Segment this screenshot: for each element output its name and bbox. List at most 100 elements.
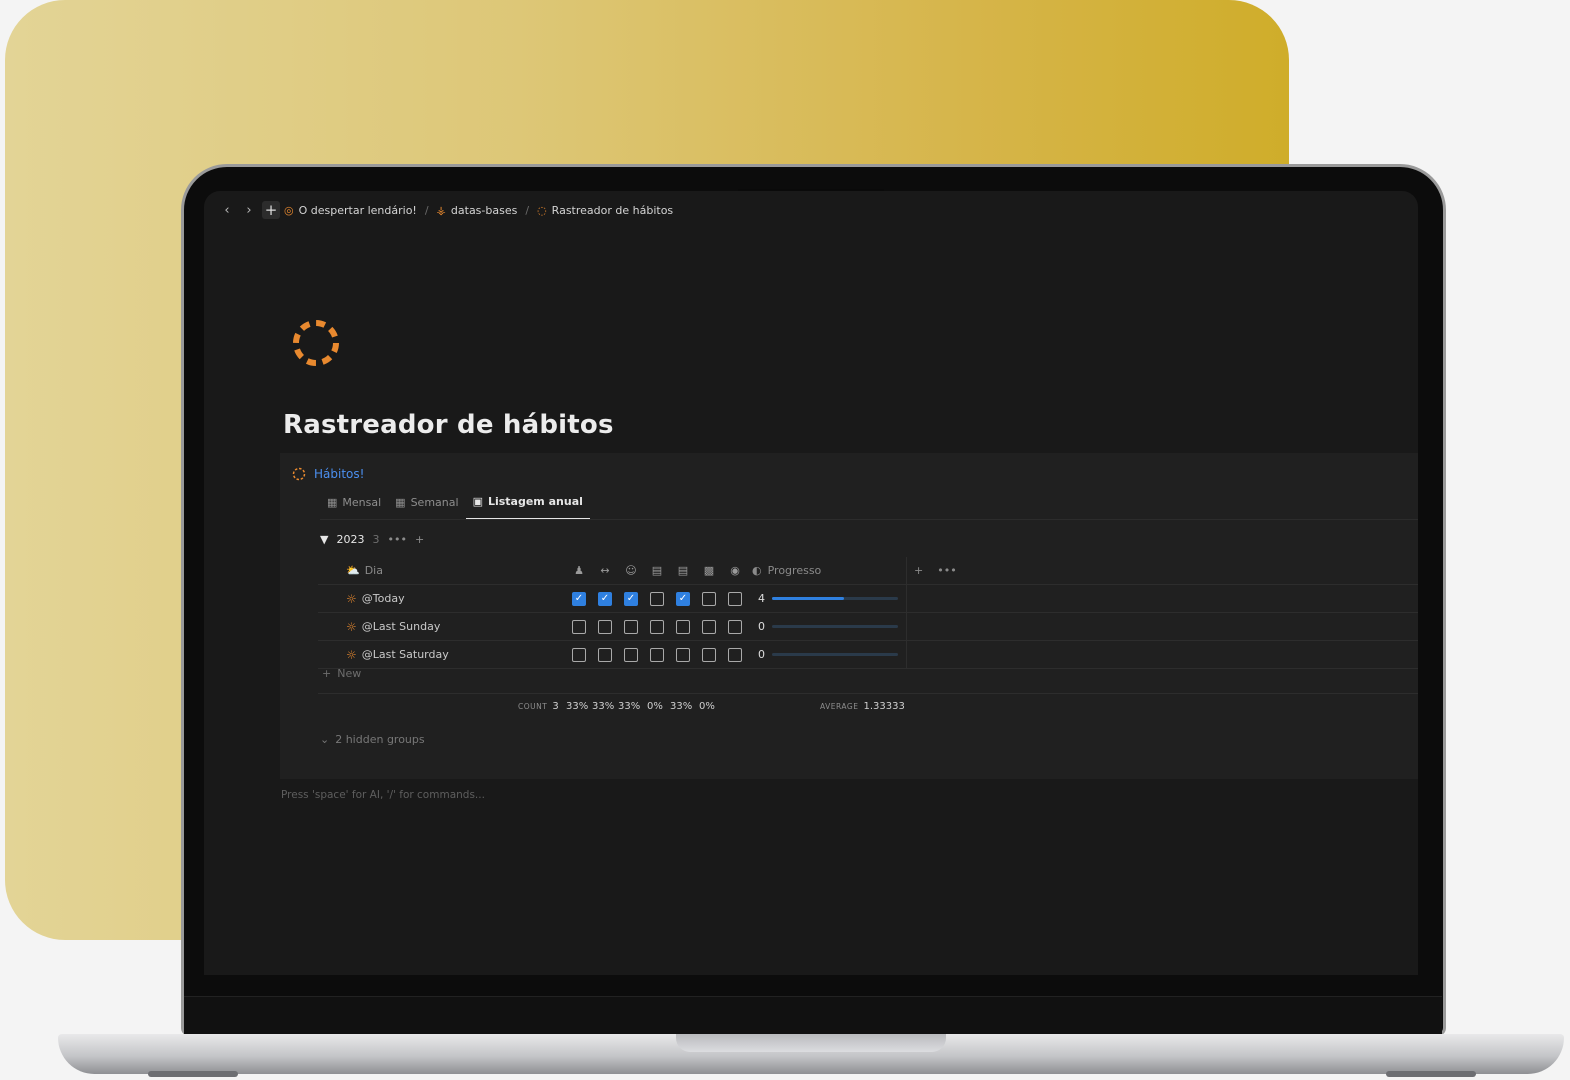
column-divider (906, 557, 907, 585)
day-cell[interactable]: ☼ @Last Sunday (346, 620, 440, 634)
tab-semanal[interactable]: ▦ Semanal (388, 491, 465, 520)
calculation-percent[interactable]: 33% (592, 701, 614, 712)
group-count: 3 (372, 533, 380, 546)
tab-mensal[interactable]: ▦ Mensal (320, 491, 388, 520)
new-row-button[interactable]: + New (322, 667, 361, 680)
habit-checkbox[interactable] (702, 591, 716, 606)
chevron-right-icon[interactable]: › (240, 201, 258, 219)
tab-listagem-anual[interactable]: ▣ Listagem anual (465, 491, 590, 520)
day-cell[interactable]: ☼ @Today (346, 592, 405, 606)
pages-icon[interactable]: ▩ (702, 564, 716, 577)
column-divider (906, 641, 907, 669)
tabs-divider (320, 519, 1418, 520)
breadcrumb-separator: / (424, 203, 429, 217)
calculation-percent[interactable]: 33% (618, 701, 640, 712)
habit-checkbox[interactable] (572, 647, 586, 662)
dashed-circle-icon[interactable] (290, 317, 342, 369)
dashed-circle-icon: ◌ (537, 203, 547, 217)
fire-icon[interactable]: ◉ (728, 564, 742, 577)
laptop-opening-notch (676, 1034, 946, 1052)
laptop-chin (184, 996, 1442, 1034)
habit-checkbox[interactable] (728, 591, 742, 606)
calculation-count[interactable]: COUNT 3 (518, 701, 559, 712)
table-row[interactable]: ☼ @Last Saturday 0 (318, 641, 1418, 669)
habit-checkbox[interactable] (728, 619, 742, 634)
sun-icon: ☼ (346, 647, 357, 662)
hidden-groups-toggle[interactable]: ⌄ 2 hidden groups (320, 733, 425, 746)
dashed-circle-icon (292, 467, 306, 481)
habit-checkbox[interactable]: ✓ (624, 591, 638, 606)
habit-checkbox[interactable]: ✓ (598, 591, 612, 606)
habit-checkbox[interactable] (650, 619, 664, 634)
habit-checkbox[interactable]: ✓ (676, 591, 690, 606)
progress-cell: 4 (758, 592, 898, 605)
meditation-icon[interactable]: ☺ (624, 564, 638, 577)
habit-checkbox[interactable] (650, 647, 664, 662)
habit-checkbox[interactable] (676, 619, 690, 634)
calculation-percent[interactable]: 0% (699, 701, 715, 712)
calendar-grid-icon: ▦ (327, 496, 338, 509)
habit-checkbox[interactable] (728, 647, 742, 662)
calculation-average[interactable]: AVERAGE 1.33333 (820, 701, 905, 712)
page-title[interactable]: Rastreador de hábitos (283, 410, 614, 440)
progress-bar (772, 597, 898, 600)
more-icon[interactable]: ••• (937, 564, 956, 577)
more-icon[interactable]: ••• (387, 533, 406, 546)
habit-checkbox[interactable] (702, 647, 716, 662)
target-icon: ◎ (284, 203, 294, 217)
day-cell[interactable]: ☼ @Last Saturday (346, 648, 449, 662)
progress-bar-fill (772, 597, 844, 600)
view-tabs: ▦ Mensal ▦ Semanal ▣ Listagem anual (320, 491, 590, 520)
plus-icon[interactable]: + (415, 533, 424, 546)
habit-checkboxes: ✓ ✓ ✓ ✓ (572, 591, 742, 606)
habit-checkbox[interactable] (598, 619, 612, 634)
person-icon[interactable]: ♟ (572, 564, 586, 577)
calculation-percent[interactable]: 33% (566, 701, 588, 712)
calendar-icon: ▣ (472, 495, 483, 508)
database-title[interactable]: Hábitos! (292, 467, 364, 481)
progress-ring-icon: ◐ (752, 564, 762, 577)
progress-cell: 0 (758, 648, 898, 661)
habit-checkbox[interactable] (650, 591, 664, 606)
calculation-percent[interactable]: 33% (670, 701, 692, 712)
table-row[interactable]: ☼ @Last Sunday 0 (318, 613, 1418, 641)
habit-table: ⛅ Dia ♟ ↔ ☺ ▤ ▤ ▩ ◉ ◐ Progresso + ••• ☼ … (318, 557, 1418, 669)
column-divider (906, 613, 907, 641)
habit-checkbox[interactable] (598, 647, 612, 662)
breadcrumb-item[interactable]: ◌ Rastreador de hábitos (537, 204, 673, 217)
habit-checkbox[interactable]: ✓ (572, 591, 586, 606)
calendar-grid-icon: ▦ (395, 496, 406, 509)
column-header-dia[interactable]: ⛅ Dia (346, 564, 383, 577)
column-header-progresso[interactable]: ◐ Progresso (752, 564, 821, 577)
progress-value: 0 (758, 648, 765, 661)
chevron-left-icon[interactable]: ‹ (218, 201, 236, 219)
sun-icon: ☼ (346, 591, 357, 606)
editor-hint[interactable]: Press 'space' for AI, '/' for commands..… (281, 789, 485, 801)
progress-value: 0 (758, 620, 765, 633)
group-label: 2023 (336, 533, 365, 546)
dumbbell-icon[interactable]: ↔ (598, 564, 612, 577)
plus-icon[interactable]: + (262, 201, 280, 219)
table-row[interactable]: ☼ @Today ✓ ✓ ✓ ✓ 4 (318, 585, 1418, 613)
notebook-icon[interactable]: ▤ (676, 564, 690, 577)
habit-checkbox[interactable] (572, 619, 586, 634)
add-column-button[interactable]: + (914, 564, 923, 577)
column-divider (906, 585, 907, 613)
breadcrumb-item[interactable]: ◎ O despertar lendário! (284, 204, 417, 217)
app-screen: ‹ › + ◎ O despertar lendário! / ⚶ datas-… (204, 191, 1418, 975)
habit-checkbox[interactable] (702, 619, 716, 634)
book-icon[interactable]: ▤ (650, 564, 664, 577)
weather-icon: ⛅ (346, 564, 360, 577)
habit-checkboxes (572, 647, 742, 662)
habit-checkbox[interactable] (676, 647, 690, 662)
triangle-down-icon[interactable]: ▼ (320, 533, 328, 546)
habit-checkbox[interactable] (624, 647, 638, 662)
habit-checkbox[interactable] (624, 619, 638, 634)
group-header[interactable]: ▼ 2023 3 ••• + (320, 533, 424, 546)
laptop-foot (1386, 1071, 1476, 1077)
plus-icon: + (322, 667, 332, 680)
chevron-down-icon: ⌄ (320, 733, 330, 746)
breadcrumb-item[interactable]: ⚶ datas-bases (437, 204, 518, 217)
footer-divider (318, 693, 1418, 694)
calculation-percent[interactable]: 0% (647, 701, 663, 712)
